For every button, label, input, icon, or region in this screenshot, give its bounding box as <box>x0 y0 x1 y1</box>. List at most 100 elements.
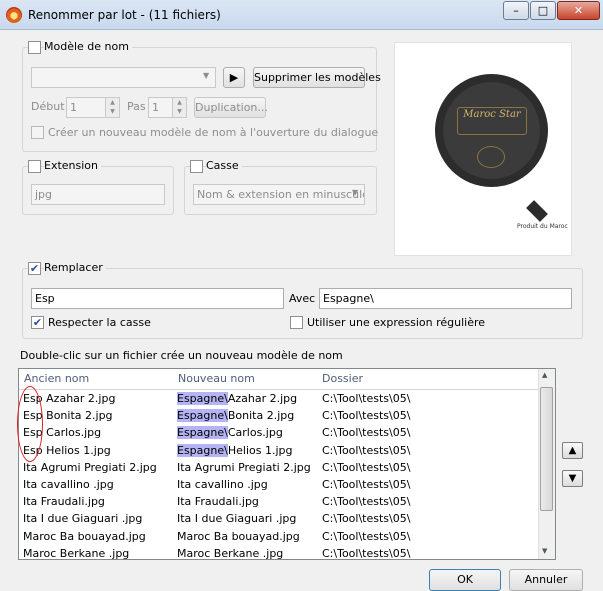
old-name-cell: Ita Agrumi Pregiati 2.jpg <box>23 460 157 474</box>
new-name-cell: Espagne\Bonita 2.jpg <box>177 407 294 424</box>
step-value: 1 <box>152 101 159 114</box>
new-name-cell: Maroc Berkane .jpg <box>177 545 284 560</box>
table-row[interactable]: Ita cavallino .jpg Ita cavallino .jpg C:\T… <box>19 476 538 493</box>
new-name-rest: Bonita 2.jpg <box>227 409 295 423</box>
highlight-circle <box>17 386 43 462</box>
play-button[interactable]: ▶ <box>223 67 245 88</box>
new-name-rest: Maroc Berkane .jpg <box>177 546 284 560</box>
table-row[interactable]: Maroc Ba bouayad.jpg Maroc Ba bouayad.jpg… <box>19 528 538 545</box>
new-name-cell: Espagne\Helios 1.jpg <box>177 442 292 459</box>
play-icon: ▶ <box>229 71 239 84</box>
minimize-button[interactable]: – <box>503 1 529 20</box>
preview-logo: Maroc Star <box>457 107 527 135</box>
window-title: Renommer par lot - (11 fichiers) <box>28 8 221 22</box>
case-value: Nom & extension en minuscule <box>197 188 365 201</box>
step-spinbox[interactable]: 1 ▲ ▼ <box>148 97 187 118</box>
maximize-button[interactable]: □ <box>530 1 556 20</box>
table-row[interactable]: Esp Bonita 2.jpg Espagne\Bonita 2.jpg C:\T… <box>19 407 538 424</box>
create-model-label: Créer un nouveau modèle de nom à l'ouver… <box>48 126 379 139</box>
folder-cell: C:\Tool\tests\05\ <box>322 478 411 491</box>
start-spinbox[interactable]: 1 ▲ ▼ <box>66 97 120 118</box>
name-model-combo[interactable] <box>31 67 216 88</box>
preview-plate: Maroc Star <box>435 74 548 187</box>
name-model-label: Modèle de nom <box>44 40 132 53</box>
new-name-rest: Ita Fraudali.jpg <box>177 495 259 509</box>
folder-cell: C:\Tool\tests\05\ <box>322 392 411 405</box>
replace-with-input[interactable]: Espagne\ <box>319 288 572 309</box>
table-row[interactable]: Ita I due Giaguari .jpg Ita I due Giaguar… <box>19 510 538 527</box>
new-name-highlight: Espagne\ <box>177 443 228 457</box>
table-row[interactable]: Esp Carlos.jpg Espagne\Carlos.jpg C:\Tool\… <box>19 424 538 441</box>
file-list[interactable]: Ancien nom Nouveau nom Dossier Esp Azaha… <box>18 368 556 560</box>
folder-cell: C:\Tool\tests\05\ <box>322 512 411 526</box>
case-combo[interactable]: Nom & extension en minuscule <box>193 184 365 205</box>
start-value: 1 <box>70 101 77 114</box>
match-case-label: Respecter la casse <box>48 316 151 329</box>
scrollbar-thumb[interactable] <box>540 387 553 511</box>
find-input[interactable]: Esp <box>31 288 284 309</box>
preview-diamond <box>526 200 548 222</box>
new-name-highlight: Espagne\ <box>177 392 228 405</box>
new-name-rest: Ita I due Giaguari .jpg <box>177 512 297 526</box>
start-label: Début <box>31 100 65 113</box>
old-name-cell: Ita cavallino .jpg <box>23 478 114 491</box>
new-name-cell: Ita Fraudali.jpg <box>177 493 259 510</box>
ok-button[interactable]: OK <box>429 569 501 591</box>
column-old-name[interactable]: Ancien nom <box>19 369 179 390</box>
table-row[interactable]: Ita Fraudali.jpg Ita Fraudali.jpg C:\Tool\… <box>19 493 538 510</box>
new-name-cell: Ita Agrumi Pregiati 2.jpg <box>177 459 311 476</box>
folder-cell: C:\Tool\tests\05\ <box>322 443 411 457</box>
table-row[interactable]: Maroc Berkane .jpg Maroc Berkane .jpg C:\T… <box>19 545 538 560</box>
close-button[interactable]: ✕ <box>557 1 600 20</box>
new-name-cell: Ita cavallino .jpg <box>177 476 268 493</box>
new-name-rest: Helios 1.jpg <box>227 443 293 457</box>
move-up-button[interactable]: ▲ <box>562 442 583 459</box>
new-name-rest: Carlos.jpg <box>227 426 283 440</box>
chevron-down-icon: ▼ <box>203 71 210 80</box>
hint-text: Double-clic sur un fichier crée un nouve… <box>20 349 343 362</box>
folder-cell: C:\Tool\tests\05\ <box>322 426 411 440</box>
table-row[interactable]: Esp Helios 1.jpg Espagne\Helios 1.jpg C:\T… <box>19 442 538 459</box>
image-preview: Maroc Star Produit du Maroc <box>394 42 572 256</box>
arrow-up-icon: ▲ <box>568 445 577 456</box>
delete-models-button[interactable]: Supprimer les modèles <box>253 67 381 88</box>
column-new-name[interactable]: Nouveau nom <box>173 369 323 390</box>
with-label: Avec <box>289 292 316 305</box>
start-spin-arrows[interactable]: ▲ ▼ <box>105 98 119 117</box>
step-spin-arrows[interactable]: ▲ ▼ <box>172 98 186 117</box>
new-name-cell: Espagne\Azahar 2.jpg <box>177 390 297 407</box>
scroll-down-icon[interactable]: ▼ <box>542 547 547 555</box>
new-name-highlight: Espagne\ <box>177 409 228 423</box>
table-row[interactable]: Esp Azahar 2.jpg Espagne\Azahar 2.jpg C:\T… <box>19 390 538 407</box>
case-label: Casse <box>206 159 242 172</box>
new-name-rest: Maroc Ba bouayad.jpg <box>177 529 300 543</box>
scroll-up-icon[interactable]: ▲ <box>542 371 547 379</box>
replace-checkbox[interactable]: ✔ <box>28 262 41 275</box>
extension-input[interactable]: jpg <box>31 184 165 205</box>
title-bar: Renommer par lot - (11 fichiers) – □ ✕ <box>0 0 603 30</box>
table-row[interactable]: Ita Agrumi Pregiati 2.jpg Ita Agrumi Preg… <box>19 459 538 476</box>
duplication-button[interactable]: Duplication... <box>194 97 268 118</box>
extension-checkbox[interactable] <box>28 160 41 173</box>
arrow-down-icon: ▼ <box>568 473 577 484</box>
new-name-rest: Ita Agrumi Pregiati 2.jpg <box>177 460 311 474</box>
case-checkbox[interactable] <box>190 160 203 173</box>
match-case-checkbox[interactable]: ✔ <box>31 316 44 329</box>
new-name-rest: Azahar 2.jpg <box>227 392 298 405</box>
replace-label: Remplacer <box>44 261 106 274</box>
old-name-cell: Ita Fraudali.jpg <box>23 495 105 509</box>
name-model-checkbox[interactable] <box>28 41 41 54</box>
new-name-cell: Espagne\Carlos.jpg <box>177 424 283 441</box>
chevron-down-icon: ▼ <box>352 188 359 197</box>
extension-label: Extension <box>44 159 102 172</box>
column-folder[interactable]: Dossier <box>317 369 545 390</box>
create-model-checkbox[interactable] <box>31 126 44 139</box>
folder-cell: C:\Tool\tests\05\ <box>322 409 411 423</box>
new-name-rest: Ita cavallino .jpg <box>177 478 268 491</box>
folder-cell: C:\Tool\tests\05\ <box>322 529 411 543</box>
move-down-button[interactable]: ▼ <box>562 470 583 487</box>
cancel-button[interactable]: Annuler <box>509 569 583 591</box>
regex-checkbox[interactable] <box>290 316 303 329</box>
new-name-cell: Ita I due Giaguari .jpg <box>177 510 296 527</box>
preview-emblem <box>477 146 505 168</box>
